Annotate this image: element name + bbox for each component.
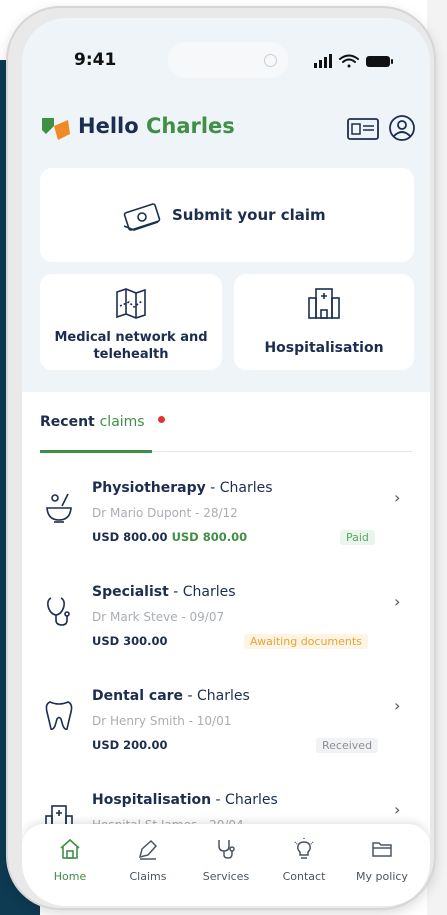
status-badge: Awaiting documents <box>244 634 368 649</box>
chevron-right-icon: › <box>394 800 401 819</box>
system-status-icons <box>314 54 393 68</box>
tab-home[interactable]: Home <box>30 838 110 883</box>
status-badge: Paid <box>340 530 375 545</box>
tab-label: Contact <box>282 870 326 883</box>
camera-icon <box>264 54 277 67</box>
chevron-right-icon: › <box>394 696 401 715</box>
brand-logo-icon <box>42 118 70 140</box>
claim-amount: USD 300.00 <box>92 634 168 648</box>
claims-icon <box>138 839 158 860</box>
recent-claims-title-part1: Recent <box>40 414 95 430</box>
submit-claim-button[interactable]: Submit your claim <box>40 168 414 262</box>
active-tab-indicator <box>40 450 152 453</box>
status-bar: 9:41 <box>22 18 430 88</box>
claim-reimbursed: USD 800.00 <box>171 530 248 544</box>
claim-provider: Dr Mario Dupont - 28/12 <box>92 506 238 520</box>
bottom-tab-bar: Home Claims Services Contact My policy <box>22 824 430 906</box>
tab-label: Claims <box>129 870 167 883</box>
tooth-icon <box>45 701 73 730</box>
lightbulb-icon <box>294 838 314 859</box>
app-screen: 9:41 Hello Charles Submit your claim Med… <box>22 18 430 906</box>
claim-title: Hospitalisation - Charles <box>92 792 278 808</box>
claim-provider: Dr Mark Steve - 09/07 <box>92 610 225 624</box>
home-icon <box>60 838 80 859</box>
hospitalisation-button[interactable]: Hospitalisation <box>234 274 414 370</box>
map-icon <box>116 288 146 319</box>
stethoscope-icon <box>218 840 235 859</box>
medical-network-label: Medical network and telehealth <box>54 330 208 362</box>
mortar-pestle-icon <box>46 493 72 523</box>
hospitalisation-label: Hospitalisation <box>264 340 384 356</box>
tab-services[interactable]: Services <box>186 838 266 883</box>
recent-claims-tab[interactable]: Recent claims <box>40 414 145 430</box>
tab-contact[interactable]: Contact <box>264 838 344 883</box>
dynamic-island <box>168 42 288 78</box>
claim-row-dental-care[interactable]: Dental care - Charles Dr Henry Smith - 1… <box>22 684 430 788</box>
recent-claims-title-part2: claims <box>99 414 145 430</box>
folder-icon <box>372 842 392 857</box>
tab-claims[interactable]: Claims <box>108 838 188 883</box>
member-card-icon[interactable] <box>347 118 379 140</box>
user-name: Charles <box>145 114 235 138</box>
tab-my-policy[interactable]: My policy <box>342 838 422 883</box>
claim-title: Physiotherapy - Charles <box>92 480 273 496</box>
tab-label: My policy <box>356 870 408 883</box>
wifi-icon <box>339 54 359 68</box>
claim-amount: USD 200.00 <box>92 738 168 752</box>
app-header: Hello Charles <box>22 108 430 148</box>
claim-row-physiotherapy[interactable]: Physiotherapy - Charles Dr Mario Dupont … <box>22 476 430 580</box>
stethoscope-icon <box>47 597 70 626</box>
signal-icon <box>314 54 332 68</box>
status-badge: Received <box>316 738 379 753</box>
notification-dot <box>158 416 165 423</box>
profile-icon[interactable] <box>388 114 416 142</box>
claim-title: Specialist - Charles <box>92 584 236 600</box>
hospital-building-icon <box>308 288 340 319</box>
money-icon <box>123 203 161 231</box>
medical-network-button[interactable]: Medical network and telehealth <box>40 274 222 370</box>
claim-amount: USD 800.00 USD 800.00 <box>92 530 248 544</box>
tab-label: Home <box>53 870 87 883</box>
chevron-right-icon: › <box>394 488 401 507</box>
status-time: 9:41 <box>74 50 117 70</box>
tab-label: Services <box>202 870 250 883</box>
claim-row-specialist[interactable]: Specialist - Charles Dr Mark Steve - 09/… <box>22 580 430 684</box>
greeting-text: Hello <box>78 114 139 138</box>
greeting-title: Hello Charles <box>78 114 235 138</box>
battery-icon <box>366 56 393 67</box>
claim-title: Dental care - Charles <box>92 688 250 704</box>
chevron-right-icon: › <box>394 592 401 611</box>
submit-claim-label: Submit your claim <box>172 206 326 224</box>
claim-provider: Dr Henry Smith - 10/01 <box>92 714 232 728</box>
